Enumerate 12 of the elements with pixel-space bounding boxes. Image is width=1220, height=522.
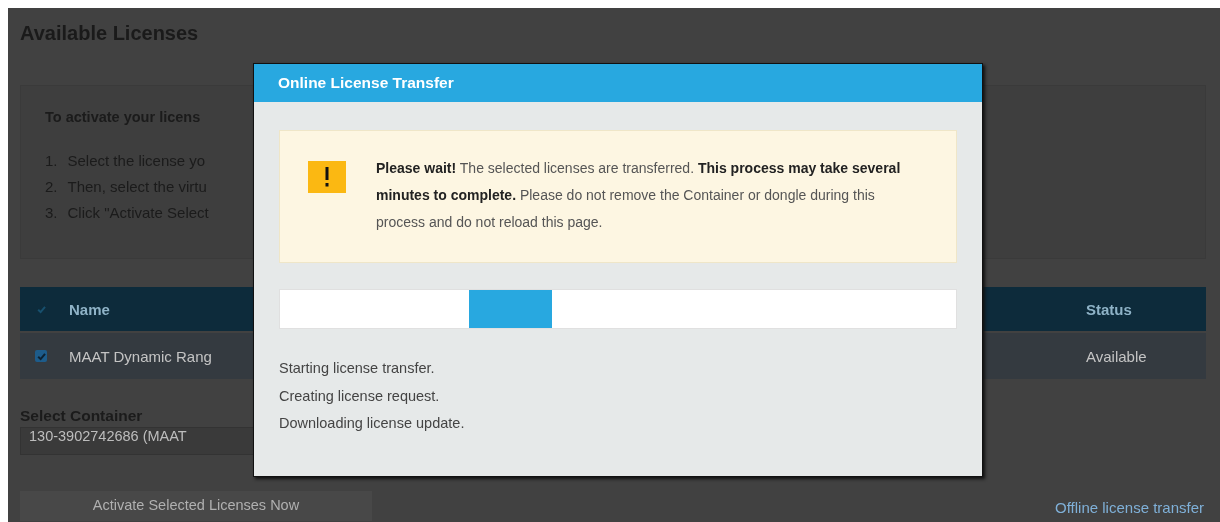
dialog-title-bar: Online License Transfer [254,64,982,102]
column-header: Name [69,300,110,318]
exclamation-icon [308,161,346,193]
checkbox[interactable] [35,350,47,362]
column-header: Status [1086,300,1132,318]
license-name: MAAT Dynamic Rang [69,347,212,365]
warning-message: Please wait! The selected licenses are transferred. This process may take several minutes to complete. Please do not remove the Container or dongle during this process and do not reload this page. [376,159,902,232]
license-status: Available [1086,347,1147,365]
checkbox[interactable] [35,303,47,315]
status-message: Starting license transfer. [279,359,435,378]
status-message: Creating license request. [279,386,440,406]
offline-transfer-link[interactable]: Offline license transfer [1055,499,1204,516]
